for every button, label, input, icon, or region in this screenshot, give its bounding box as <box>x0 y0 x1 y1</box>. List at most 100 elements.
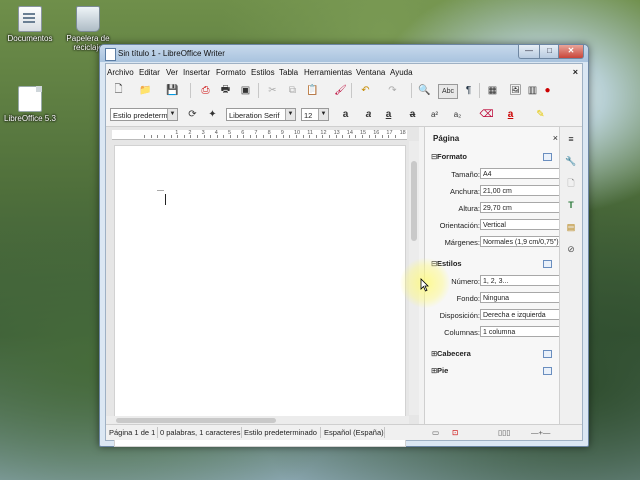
deck-menu-icon[interactable]: ≡ <box>565 133 577 145</box>
save-icon[interactable]: 💾 <box>166 84 179 97</box>
columns-select[interactable]: 1 columna <box>480 326 562 337</box>
ruler-tick <box>355 135 357 138</box>
chevron-down-icon[interactable]: ▼ <box>167 109 177 120</box>
menu-editar[interactable]: Editar <box>139 68 160 77</box>
insert-chart-icon[interactable]: ▥ <box>526 84 539 97</box>
copy-icon[interactable]: ⧉ <box>286 84 299 97</box>
vertical-scroll-thumb[interactable] <box>411 161 417 241</box>
gallery-icon[interactable]: ▤ <box>565 221 577 233</box>
menu-herramientas[interactable]: Herramientas <box>304 68 352 77</box>
orientation-select[interactable]: Vertical <box>480 219 562 230</box>
insert-table-icon[interactable]: ▦ <box>486 84 499 97</box>
margins-select[interactable]: Normales (1,9 cm/0,75") <box>480 236 562 247</box>
chevron-down-icon[interactable]: ▼ <box>285 109 295 120</box>
view-layout-icon[interactable]: ▯▯▯ <box>498 428 510 437</box>
background-select[interactable]: Ninguna <box>480 292 562 303</box>
italic-icon[interactable]: a <box>362 108 375 121</box>
close-document-button[interactable]: × <box>573 67 578 77</box>
status-word-count[interactable]: 0 palabras, 1 caracteres <box>160 428 240 437</box>
formatting-marks-icon[interactable]: ¶ <box>462 84 475 97</box>
more-options-icon[interactable] <box>543 153 552 161</box>
subscript-icon[interactable]: a₂ <box>451 108 464 121</box>
width-field[interactable]: 21,00 cm <box>480 185 562 196</box>
cut-icon[interactable]: ✂ <box>266 84 279 97</box>
navigator-icon[interactable]: ⊘ <box>565 243 577 255</box>
highlight-color-icon[interactable]: ✎ <box>534 108 547 121</box>
new-document-icon[interactable]: 🗋 <box>112 84 125 97</box>
font-size-combo[interactable]: 12 ▼ <box>301 108 329 121</box>
ruler-tick <box>183 135 185 138</box>
document-area[interactable]: 1 2 3 4 5 6 7 8 9 10 11 12 13 14 15 16 17 18 <box>106 127 419 447</box>
menu-formato[interactable]: Formato <box>216 68 246 77</box>
new-style-icon[interactable]: ✦ <box>206 108 219 121</box>
clear-formatting-icon[interactable]: ⌫ <box>479 108 493 121</box>
section-formato[interactable]: ⊟Formato <box>431 152 467 161</box>
strikethrough-icon[interactable]: a <box>406 108 419 121</box>
more-options-icon[interactable] <box>543 260 552 268</box>
print-icon[interactable]: 🖶 <box>219 84 232 97</box>
columns-label: Columnas: <box>444 328 480 337</box>
spellcheck-icon[interactable]: Abc <box>438 84 458 99</box>
minimize-button[interactable]: — <box>518 45 540 59</box>
export-pdf-icon[interactable]: ⎙ <box>199 84 212 97</box>
number-select[interactable]: 1, 2, 3... <box>480 275 562 286</box>
redo-icon[interactable]: ↷ <box>386 84 399 97</box>
chevron-down-icon[interactable]: ▼ <box>318 109 328 120</box>
page-icon[interactable]: 🗋 <box>565 177 577 189</box>
menu-archivo[interactable]: Archivo <box>107 68 134 77</box>
clone-formatting-icon[interactable]: 🖌 <box>334 84 347 97</box>
maximize-button[interactable]: □ <box>539 45 560 59</box>
menu-tabla[interactable]: Tabla <box>279 68 298 77</box>
menu-ayuda[interactable]: Ayuda <box>390 68 413 77</box>
status-page-style[interactable]: Estilo predeterminado <box>244 428 317 437</box>
more-options-icon[interactable] <box>543 350 552 358</box>
paste-icon[interactable]: 📋 <box>306 84 319 97</box>
horizontal-scroll-thumb[interactable] <box>116 418 276 423</box>
height-field[interactable]: 29,70 cm <box>480 202 562 213</box>
section-estilos[interactable]: ⊟Estilos <box>431 259 462 268</box>
ruler-number: 1 <box>175 130 179 136</box>
menu-ver[interactable]: Ver <box>166 68 178 77</box>
status-language[interactable]: Español (España) <box>324 428 384 437</box>
sidebar-close-button[interactable]: × <box>553 133 558 143</box>
superscript-icon[interactable]: a² <box>428 108 441 121</box>
section-pie[interactable]: ⊞Pie <box>431 366 448 375</box>
desktop-documents[interactable]: Documentos <box>0 6 60 43</box>
insert-special-icon[interactable]: ● <box>541 84 554 97</box>
text-cursor <box>165 194 166 205</box>
styles-icon[interactable]: T <box>565 199 577 211</box>
close-window-button[interactable]: ✕ <box>558 45 584 59</box>
layout-select[interactable]: Derecha e izquierda <box>480 309 562 320</box>
open-folder-icon[interactable]: 📁 <box>139 84 152 97</box>
underline-icon[interactable]: a <box>382 108 395 121</box>
sidebar-title: Página <box>433 134 460 143</box>
properties-icon[interactable]: 🔧 <box>565 155 577 167</box>
find-replace-icon[interactable]: 🔍 <box>418 84 431 97</box>
print-preview-icon[interactable]: ▣ <box>239 84 252 97</box>
paragraph-style-combo[interactable]: Estilo predetermi ▼ <box>110 108 178 121</box>
selection-mode-icon[interactable]: ▭ <box>432 428 439 437</box>
font-color-icon[interactable]: a <box>504 108 517 121</box>
vertical-scrollbar[interactable] <box>409 141 419 415</box>
more-options-icon[interactable] <box>543 367 552 375</box>
desktop-libreoffice-file[interactable]: LibreOffice 5.3 <box>0 86 60 123</box>
number-label: Número: <box>451 277 480 286</box>
zoom-slider[interactable]: —+— <box>531 428 550 437</box>
height-label: Altura: <box>458 204 480 213</box>
insert-image-icon[interactable]: 🖼 <box>509 84 522 97</box>
size-field[interactable]: A4 <box>480 168 562 179</box>
document-page[interactable] <box>114 145 406 447</box>
status-page[interactable]: Página 1 de 1 <box>109 428 155 437</box>
bold-icon[interactable]: a <box>339 108 352 121</box>
update-style-icon[interactable]: ⟳ <box>186 108 199 121</box>
ruler-number: 6 <box>241 130 245 136</box>
menu-insertar[interactable]: Insertar <box>183 68 210 77</box>
undo-icon[interactable]: ↶ <box>359 84 372 97</box>
horizontal-ruler[interactable]: 1 2 3 4 5 6 7 8 9 10 11 12 13 14 15 16 17 18 <box>112 130 407 140</box>
menu-ventana[interactable]: Ventana <box>356 68 385 77</box>
menu-estilos[interactable]: Estilos <box>251 68 275 77</box>
section-cabecera[interactable]: ⊞Cabecera <box>431 349 471 358</box>
document-modified-icon[interactable]: ⊡ <box>452 428 458 437</box>
font-name-combo[interactable]: Liberation Serif ▼ <box>226 108 296 121</box>
title-bar[interactable]: Sin título 1 - LibreOffice Writer — □ ✕ <box>100 45 588 62</box>
